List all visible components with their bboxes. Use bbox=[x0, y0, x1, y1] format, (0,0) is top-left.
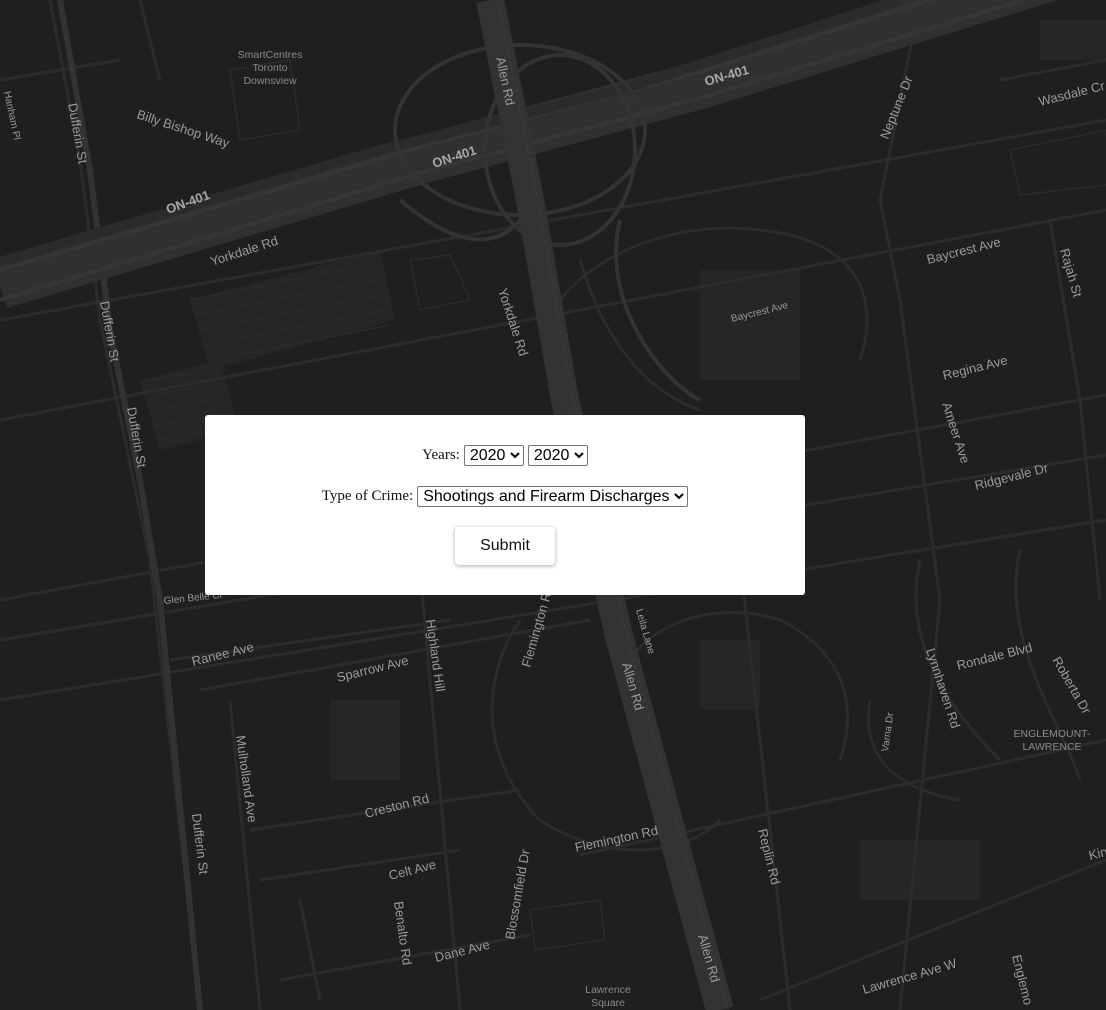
submit-row: Submit bbox=[205, 527, 805, 565]
label-lawrence-sq-2: Square bbox=[591, 997, 625, 1009]
years-row: Years: 2020 2020 bbox=[205, 445, 805, 466]
submit-button[interactable]: Submit bbox=[455, 527, 555, 565]
crime-type-select[interactable]: Shootings and Firearm Discharges bbox=[417, 486, 689, 507]
year-end-select[interactable]: 2020 bbox=[527, 445, 588, 466]
label-englemount-2: LAWRENCE bbox=[1022, 741, 1081, 753]
crime-row: Type of Crime: Shootings and Firearm Dis… bbox=[205, 486, 805, 507]
label-smartcentres-1: SmartCentres bbox=[238, 49, 303, 61]
label-smartcentres-3: Downsview bbox=[243, 75, 297, 87]
filter-panel: Years: 2020 2020 Type of Crime: Shooting… bbox=[205, 415, 805, 595]
years-label: Years: bbox=[422, 447, 460, 463]
label-lawrence-sq-1: Lawrence bbox=[585, 984, 631, 996]
crime-type-label: Type of Crime: bbox=[321, 488, 414, 504]
label-smartcentres-2: Toronto bbox=[252, 62, 287, 74]
year-start-select[interactable]: 2020 bbox=[463, 445, 524, 466]
label-englemount-1: ENGLEMOUNT- bbox=[1013, 728, 1091, 740]
